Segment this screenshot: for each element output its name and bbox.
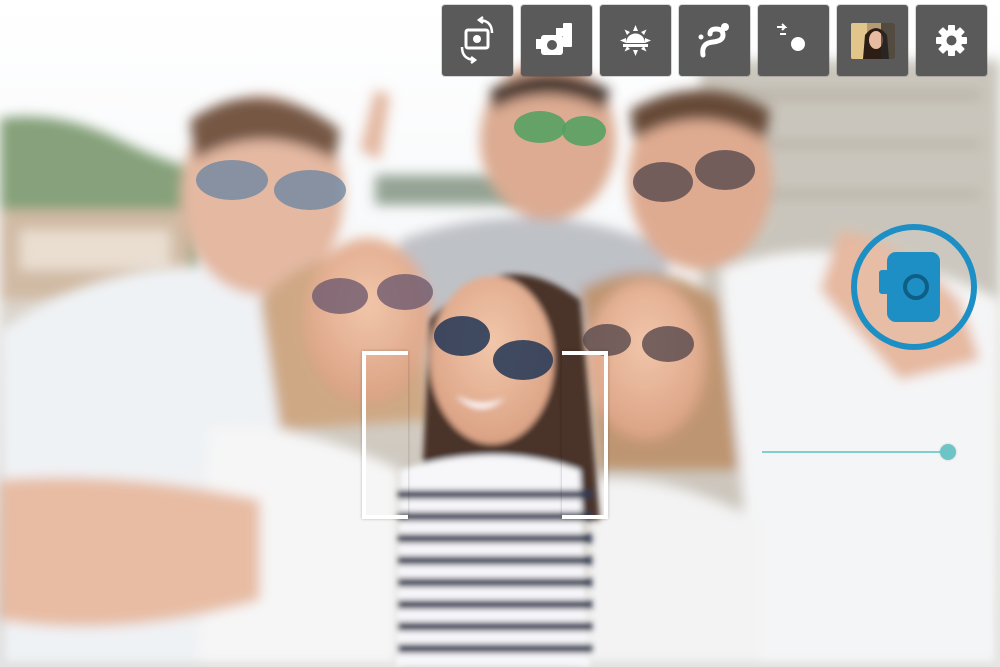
camera-icon — [879, 252, 940, 322]
filter-effect-button[interactable] — [679, 5, 750, 76]
zoom-slider-track — [762, 451, 950, 453]
exposure-button[interactable] — [600, 5, 671, 76]
focus-frame-left-bracket — [362, 351, 408, 519]
zoom-slider-handle[interactable] — [940, 444, 956, 460]
photo-thumbnail — [851, 23, 895, 59]
video-camera-icon — [536, 23, 572, 55]
shutter-button[interactable] — [851, 224, 977, 350]
viewfinder-scene — [0, 0, 1000, 667]
sun-icon — [620, 25, 651, 56]
camera-viewfinder[interactable] — [0, 0, 1000, 667]
focus-frame-right-bracket — [562, 351, 608, 519]
magic-swirl-icon — [698, 23, 729, 58]
focus-mode-button[interactable] — [758, 5, 829, 76]
camera-mode-button[interactable] — [521, 5, 592, 76]
zoom-slider[interactable] — [762, 440, 962, 464]
settings-button[interactable] — [916, 5, 987, 76]
gallery-thumbnail-button[interactable] — [837, 5, 908, 76]
gear-icon — [936, 25, 967, 56]
switch-camera-button[interactable] — [442, 5, 513, 76]
focus-dot-icon — [777, 23, 805, 51]
camera-rotate-icon — [460, 16, 494, 64]
